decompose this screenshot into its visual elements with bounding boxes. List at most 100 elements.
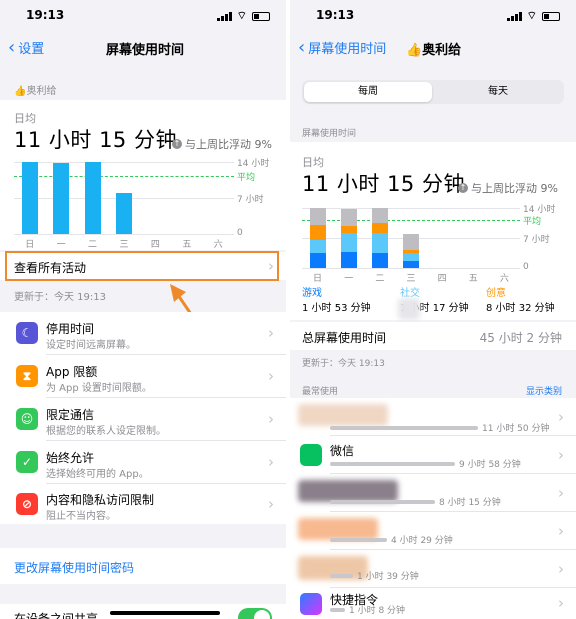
legend-name: 社交 bbox=[400, 288, 420, 299]
legend-time: 1 小时 53 分钟 bbox=[302, 303, 371, 314]
chart-bar bbox=[309, 208, 326, 268]
settings-item-app-limits[interactable]: ⧗ App 限额 为 App 设置时间限额。 › bbox=[0, 355, 286, 397]
setting-title: 限定通信 bbox=[46, 408, 95, 422]
setting-title: 停用时间 bbox=[46, 322, 95, 336]
shortcuts-icon bbox=[300, 593, 322, 615]
legend-creative: 创意 8 小时 32 分钟 bbox=[486, 284, 555, 314]
moon-icon: ☾ bbox=[16, 322, 38, 344]
grid-line bbox=[14, 162, 234, 163]
chart-bar bbox=[84, 162, 101, 234]
bar-segment bbox=[84, 162, 101, 234]
compare-text: 与上周比浮动 9% bbox=[471, 182, 558, 195]
app-row[interactable]: 4 小时 29 分钟 › bbox=[290, 512, 576, 549]
usage-time: 1 小时 8 分钟 bbox=[349, 606, 406, 616]
settings-item-content-privacy[interactable]: ⊘ 内容和隐私访问限制 阻止不当内容。 › bbox=[0, 484, 286, 524]
settings-list: ☾ 停用时间 设定时间远离屏幕。 › ⧗ App 限额 为 App 设置时间限额… bbox=[0, 312, 286, 524]
usage-bar bbox=[330, 574, 353, 578]
person-icon: ☺ bbox=[16, 408, 38, 430]
usage-time: 11 小时 50 分钟 bbox=[482, 424, 550, 434]
chevron-right-icon: › bbox=[268, 410, 274, 428]
legend-time: 8 小时 32 分钟 bbox=[486, 303, 555, 314]
app-row[interactable]: 微信 9 小时 58 分钟 › bbox=[290, 436, 576, 473]
chart-bar bbox=[116, 192, 132, 234]
bar-segment bbox=[403, 261, 419, 268]
app-row[interactable]: 1 小时 39 分钟 › bbox=[290, 550, 576, 587]
chart-bar bbox=[371, 208, 388, 268]
x-tick-label: 三 bbox=[119, 240, 129, 250]
chart-bar bbox=[21, 162, 38, 234]
bar-segment bbox=[53, 163, 70, 234]
app-row[interactable]: 11 小时 50 分钟 › bbox=[290, 398, 576, 435]
usage-bar bbox=[330, 608, 345, 612]
period-segmented-control: 每周 每天 bbox=[302, 80, 564, 104]
page-title: 屏幕使用时间 bbox=[106, 43, 185, 58]
usage-time: 9 小时 58 分钟 bbox=[459, 460, 521, 470]
x-tick-label: 日 bbox=[25, 240, 35, 250]
settings-item-downtime[interactable]: ☾ 停用时间 设定时间远离屏幕。 › bbox=[0, 312, 286, 354]
chart-bar bbox=[403, 233, 419, 268]
bar-segment bbox=[116, 192, 132, 234]
y-tick-label: 7 小时 bbox=[237, 195, 264, 205]
bar-segment bbox=[403, 233, 419, 251]
average-line bbox=[14, 176, 234, 178]
status-bar: 19:13 ⌔ bbox=[290, 0, 576, 30]
chevron-right-icon: › bbox=[558, 522, 564, 540]
setting-subtitle: 阻止不当内容。 bbox=[46, 511, 116, 522]
y-tick-label: 14 小时 bbox=[237, 159, 270, 169]
arrow-up-icon: ↑ bbox=[172, 139, 182, 149]
compare-text: 与上周比浮动 9% bbox=[185, 138, 272, 151]
settings-item-communication-limits[interactable]: ☺ 限定通信 根据您的联系人设定限制。 › bbox=[0, 398, 286, 440]
setting-title: App 限额 bbox=[46, 365, 98, 379]
x-tick-label: 二 bbox=[88, 240, 98, 250]
total-row: 总屏幕使用时间 45 小时 2 分钟 bbox=[290, 322, 576, 350]
back-label: 设置 bbox=[18, 42, 45, 57]
bar-segment bbox=[371, 233, 388, 253]
weekly-compare: ↑ 与上周比浮动 9% bbox=[172, 136, 272, 152]
app-row[interactable]: 快捷指令 1 小时 8 分钟 › bbox=[290, 588, 576, 619]
daily-average: 11 小时 15 分钟 bbox=[14, 128, 177, 152]
bar-segment bbox=[403, 252, 419, 262]
grid-line bbox=[14, 234, 234, 235]
most-used-list: 11 小时 50 分钟 › 微信 9 小时 58 分钟 › 8 小时 15 分钟… bbox=[290, 398, 576, 619]
blurred-app-icon bbox=[298, 480, 398, 502]
average-label: 平均 bbox=[237, 173, 256, 184]
arrow-up-icon: ↑ bbox=[458, 183, 468, 193]
usage-time: 8 小时 15 分钟 bbox=[439, 498, 501, 508]
wifi-icon: ⌔ bbox=[236, 9, 247, 22]
summary-card: 日均 11 小时 15 分钟 ↑ 与上周比浮动 9% 14 小时 7 小时 0 平均日… bbox=[290, 142, 576, 320]
profile-label: 👍奥利给 bbox=[14, 86, 57, 97]
setting-subtitle: 根据您的联系人设定限制。 bbox=[46, 426, 166, 437]
daily-average: 11 小时 15 分钟 bbox=[302, 172, 465, 196]
nav-bar: ‹ 屏幕使用时间 👍奥利给 bbox=[290, 30, 576, 66]
show-categories-link[interactable]: 显示类别 bbox=[526, 384, 562, 397]
summary-card: 日均 11 小时 15 分钟 ↑ 与上周比浮动 9% 14 小时 7 小时 0 平均日… bbox=[0, 100, 286, 250]
share-toggle[interactable] bbox=[238, 608, 272, 619]
app-row[interactable]: 8 小时 15 分钟 › bbox=[290, 474, 576, 511]
segment-week[interactable]: 每周 bbox=[304, 82, 432, 102]
bar-segment bbox=[371, 208, 388, 223]
x-tick-label: 六 bbox=[213, 240, 223, 250]
segment-day[interactable]: 每天 bbox=[434, 82, 562, 102]
back-button[interactable]: ‹ 设置 bbox=[8, 38, 44, 57]
x-tick-label: 一 bbox=[344, 274, 354, 284]
settings-item-always-allowed[interactable]: ✓ 始终允许 选择始终可用的 App。 › bbox=[0, 441, 286, 483]
bar-segment bbox=[340, 251, 357, 268]
x-tick-label: 四 bbox=[150, 240, 160, 250]
most-used-label: 最常使用 bbox=[302, 387, 339, 397]
bar-segment bbox=[309, 208, 326, 226]
bar-segment bbox=[371, 222, 388, 234]
usage-bar bbox=[330, 500, 435, 504]
legend-name: 游戏 bbox=[302, 288, 322, 299]
left-screen: 19:13 ⌔ ‹ 设置 屏幕使用时间 👍奥利给 日均 11 小时 15 分钟 … bbox=[0, 0, 286, 619]
average-label: 平均 bbox=[523, 216, 542, 227]
usage-chart: 14 小时 7 小时 0 平均日一二三四五六 bbox=[302, 204, 564, 284]
change-passcode-row[interactable]: 更改屏幕使用时间密码 bbox=[0, 548, 286, 584]
bar-segment bbox=[21, 162, 38, 234]
change-passcode-link[interactable]: 更改屏幕使用时间密码 bbox=[14, 559, 134, 576]
usage-chart: 14 小时 7 小时 0 平均日一二三四五六 bbox=[14, 158, 278, 250]
chevron-right-icon: › bbox=[558, 446, 564, 464]
back-button[interactable]: ‹ 屏幕使用时间 bbox=[298, 38, 386, 57]
grid-line bbox=[302, 268, 520, 269]
chevron-right-icon: › bbox=[558, 484, 564, 502]
usage-time: 4 小时 29 分钟 bbox=[391, 536, 453, 546]
